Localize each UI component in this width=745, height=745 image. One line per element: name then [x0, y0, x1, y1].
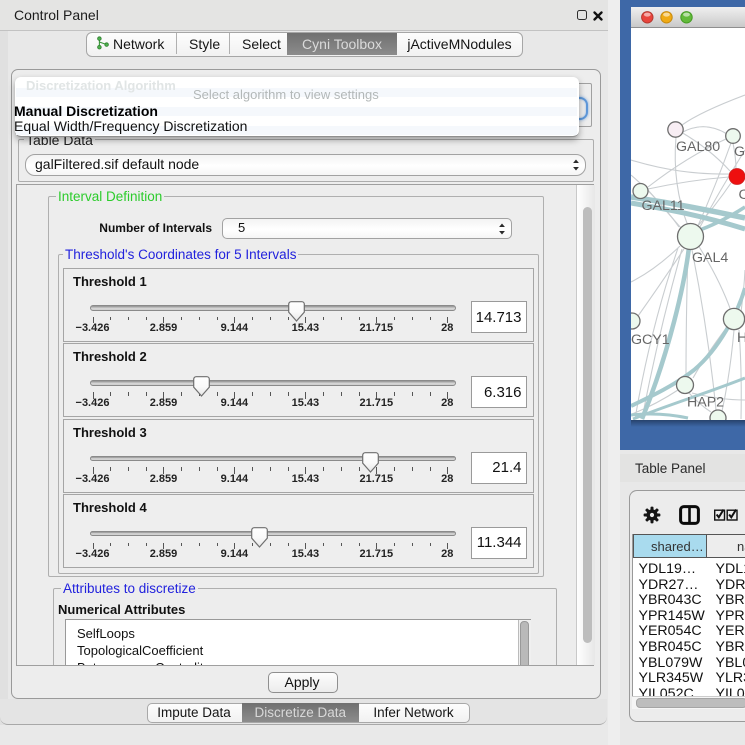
svg-text:GAL80: GAL80	[676, 139, 720, 155]
svg-text:GAL11: GAL11	[642, 198, 685, 214]
svg-text:C: C	[739, 187, 745, 203]
svg-text:GAL4: GAL4	[692, 250, 728, 266]
svg-text:GCY1: GCY1	[631, 332, 670, 348]
svg-text:HAP2: HAP2	[687, 395, 724, 411]
svg-text:H: H	[737, 330, 745, 346]
svg-text:GA: GA	[734, 144, 745, 160]
